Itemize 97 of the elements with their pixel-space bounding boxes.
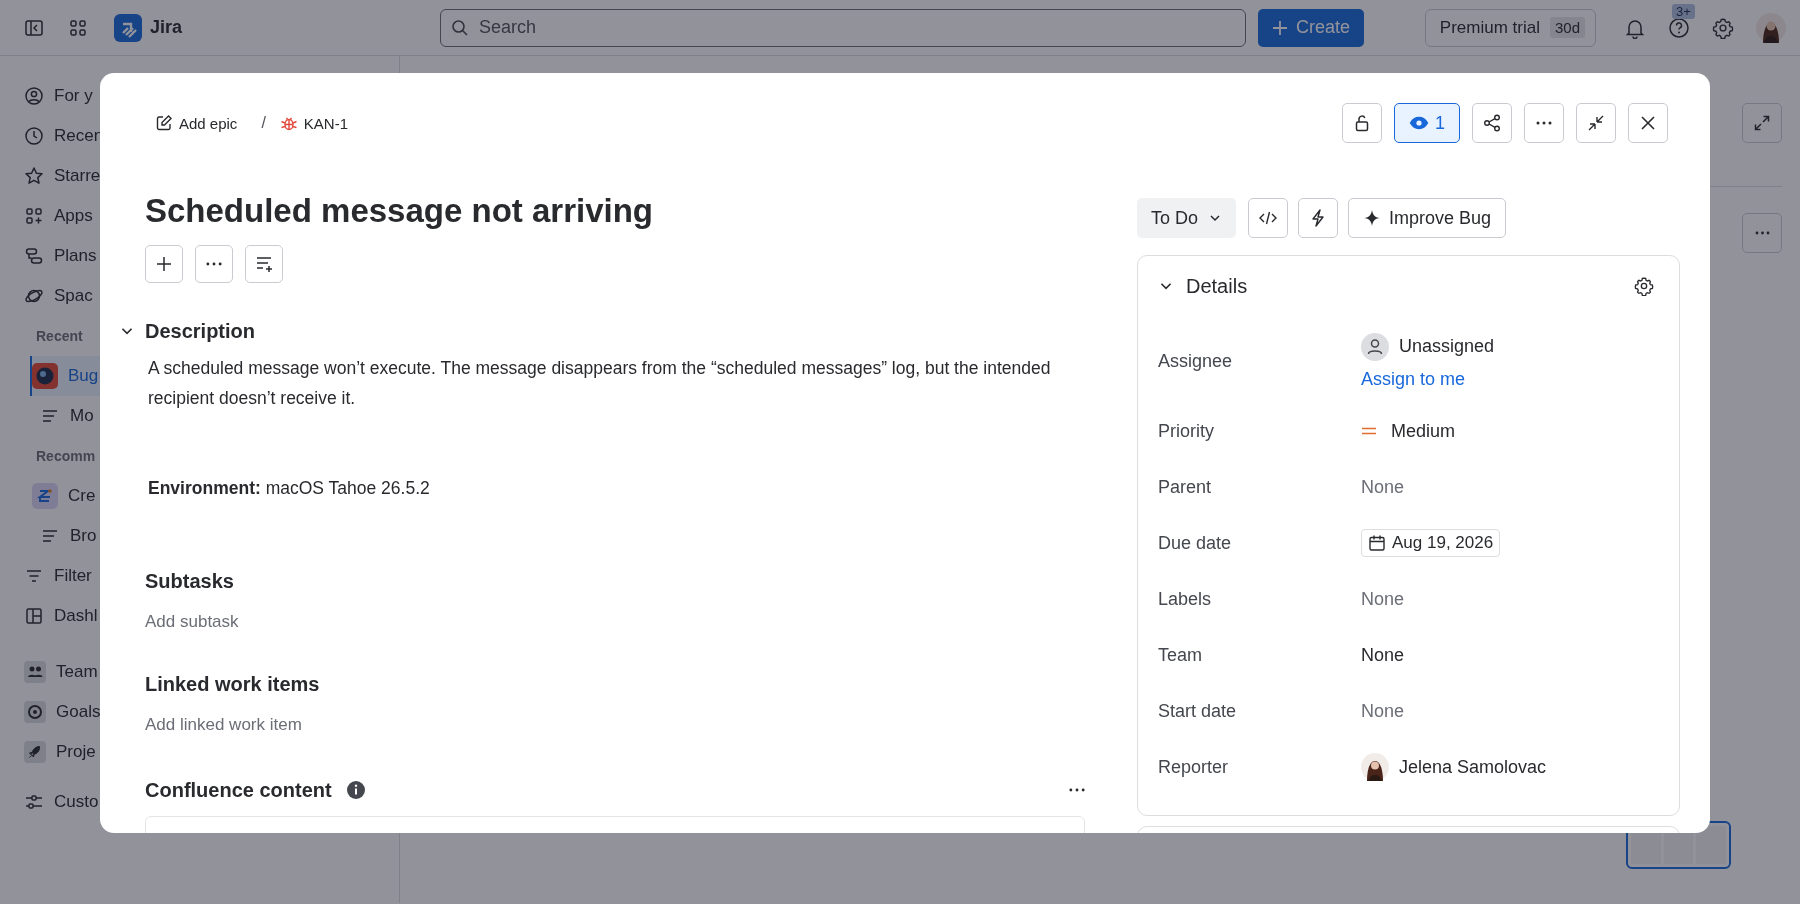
sidebar-heading: Recent — [35, 327, 83, 346]
space-avatar-icon — [32, 363, 58, 389]
add-button[interactable] — [145, 245, 183, 283]
section-heading: Description — [145, 319, 256, 343]
field-value[interactable]: Unassigned — [1399, 336, 1495, 357]
info-icon[interactable] — [345, 780, 366, 800]
sidebar-item[interactable]: Bro — [24, 516, 97, 556]
sidebar-item[interactable]: Apps — [24, 196, 93, 236]
status-dropdown[interactable]: To Do — [1137, 198, 1237, 238]
field-label: Reporter — [1158, 756, 1230, 778]
add-epic-link[interactable]: Add epic — [155, 114, 238, 132]
minimize-button[interactable] — [1576, 103, 1616, 143]
field-label: Due date — [1158, 532, 1233, 554]
field-value[interactable]: None — [1361, 644, 1405, 666]
section-heading: Linked work items — [145, 672, 321, 696]
more-icon — [206, 262, 222, 266]
sliders-icon — [24, 792, 44, 812]
sidebar-item[interactable]: Plans — [24, 236, 97, 276]
help-count-badge: 3+ — [1672, 3, 1695, 19]
add-checklist-button[interactable] — [245, 245, 283, 283]
add-item-button[interactable]: Add linked work item — [145, 714, 302, 736]
issue-key-link[interactable]: KAN-1 — [303, 114, 348, 132]
field-value[interactable]: None — [1361, 476, 1405, 498]
issue-title[interactable]: Scheduled message not arriving — [145, 193, 1085, 229]
field-value[interactable]: None — [1361, 588, 1405, 610]
sidebar-item[interactable]: For y — [24, 76, 93, 116]
user-avatar[interactable] — [1756, 12, 1786, 43]
due-date-button[interactable]: Aug 19, 2026 — [1361, 529, 1501, 557]
expand-button[interactable] — [1742, 103, 1782, 143]
user-avatar — [1361, 753, 1389, 781]
field-label: Start date — [1158, 700, 1238, 722]
description-text: A scheduled message won’t execute. The message disappears from the “scheduled messages” log, but the intended recipient doesn’t receive it. — [148, 357, 1052, 410]
sidebar-item[interactable]: Custo — [24, 782, 99, 822]
automation-button[interactable] — [1298, 198, 1339, 238]
edit-icon — [155, 114, 173, 132]
sidebar-item[interactable]: Spac — [24, 276, 93, 316]
search-field[interactable]: Search — [440, 8, 1246, 47]
field-label: Parent — [1158, 476, 1213, 498]
sidebar-toggle-icon[interactable] — [24, 17, 44, 38]
code-button[interactable] — [1248, 198, 1289, 238]
minimize-icon — [1586, 113, 1606, 133]
section-heading: Confluence content — [145, 778, 332, 802]
sidebar-heading: Recomm — [35, 447, 96, 466]
create-button[interactable]: Create — [1258, 8, 1365, 47]
team-icon — [24, 661, 46, 683]
field-value[interactable]: Jelena Samolovac — [1399, 756, 1547, 778]
dashboard-icon — [24, 606, 44, 626]
sidebar-item[interactable]: Team — [24, 652, 98, 692]
premium-trial-button[interactable]: Premium trial 30d — [1424, 8, 1596, 47]
rocket-icon — [24, 741, 46, 763]
panel-heading: Details — [1186, 274, 1248, 298]
description-text: Environment: macOS Tahoe 26.5.2 — [148, 477, 431, 500]
assign-to-me-link[interactable]: Assign to me — [1361, 368, 1495, 390]
breadcrumb-separator: / — [261, 114, 266, 132]
sidebar-item[interactable]: Proje — [24, 732, 96, 772]
target-icon — [24, 701, 46, 723]
person-icon — [24, 86, 44, 106]
sidebar-item[interactable]: Goals — [24, 692, 101, 732]
trial-days-badge: 30d — [1549, 17, 1585, 38]
sidebar-item[interactable]: Dashl — [24, 596, 98, 636]
space-avatar-icon — [32, 483, 58, 509]
plans-icon — [24, 246, 44, 266]
field-label: Labels — [1158, 588, 1213, 610]
sidebar-item[interactable]: Filter — [24, 556, 92, 596]
field-value[interactable]: None — [1361, 700, 1405, 722]
expand-icon — [1753, 114, 1771, 132]
add-item-button[interactable]: Add subtask — [145, 611, 239, 633]
settings-icon[interactable] — [1634, 276, 1654, 296]
more-icon[interactable] — [1069, 788, 1085, 792]
list-add-icon — [254, 254, 274, 274]
watch-button[interactable]: 1 — [1394, 103, 1460, 143]
more-icon — [1536, 121, 1552, 125]
field-value[interactable]: Medium — [1391, 420, 1456, 442]
star-icon — [24, 166, 44, 186]
clock-icon — [24, 126, 44, 146]
close-button[interactable] — [1628, 103, 1668, 143]
section-heading: Subtasks — [145, 569, 235, 593]
sidebar-item[interactable]: Mo — [24, 396, 94, 436]
app-switcher-icon[interactable] — [68, 17, 88, 38]
field-label: Assignee — [1158, 350, 1234, 372]
sidebar-item[interactable]: Starre — [24, 156, 101, 196]
share-button[interactable] — [1472, 103, 1512, 143]
plus-icon — [154, 254, 174, 274]
user-icon — [1361, 332, 1389, 361]
plus-icon — [1272, 19, 1288, 36]
share-icon — [1482, 113, 1502, 133]
sidebar-item[interactable]: Cre — [24, 476, 96, 516]
apps-icon — [24, 206, 44, 226]
product-name[interactable]: Jira — [150, 17, 183, 38]
improve-button[interactable]: Improve Bug — [1348, 198, 1507, 238]
field-label: Priority — [1158, 420, 1215, 442]
jira-logo-icon[interactable] — [114, 13, 142, 42]
more-icon — [1754, 231, 1770, 235]
field-label: Team — [1158, 644, 1203, 666]
calendar-icon — [1368, 534, 1386, 552]
lock-button[interactable] — [1342, 103, 1382, 143]
help-icon[interactable] — [1668, 16, 1690, 39]
